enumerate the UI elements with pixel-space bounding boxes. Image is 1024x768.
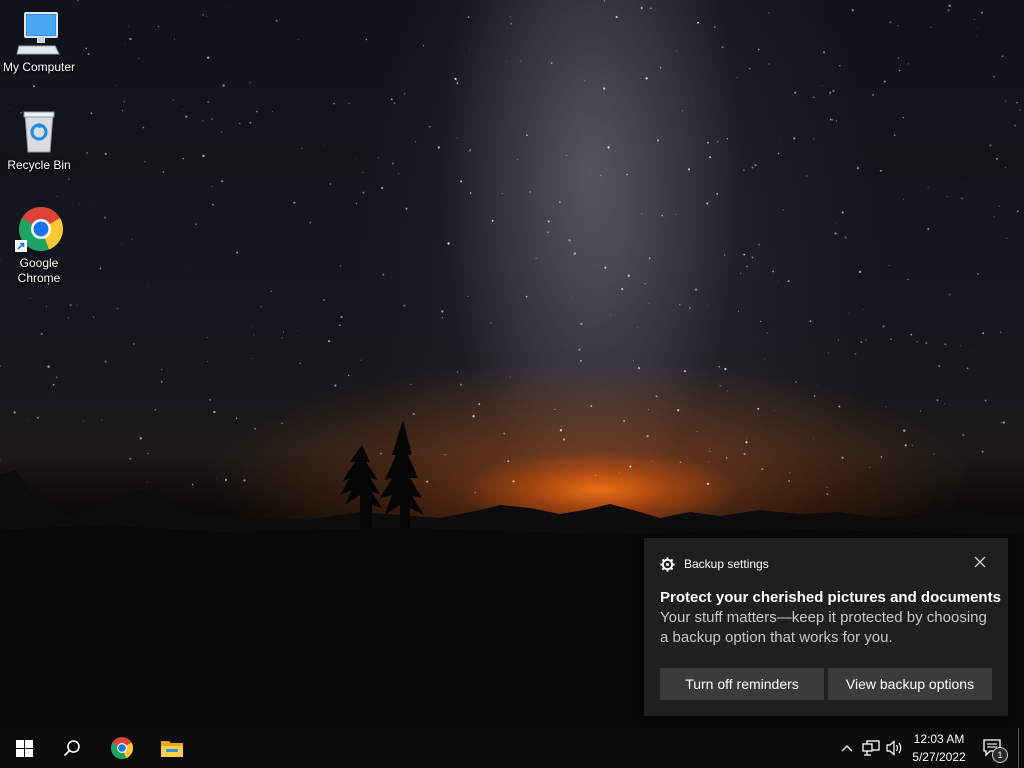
windows-logo-icon [15, 739, 33, 757]
volume-button[interactable] [884, 728, 906, 768]
desktop-icon-label: Google [19, 256, 59, 270]
network-button[interactable] [860, 728, 882, 768]
clock-time: 12:03 AM [913, 732, 965, 746]
view-backup-options-button[interactable]: View backup options [828, 668, 992, 700]
desktop-icon-google-chrome[interactable]: Google Chrome [1, 206, 77, 286]
gear-icon [660, 556, 675, 572]
taskbar-chrome-button[interactable] [98, 728, 146, 768]
start-button[interactable] [0, 728, 48, 768]
turn-off-reminders-button[interactable]: Turn off reminders [660, 668, 824, 700]
clock-date: 5/27/2022 [912, 750, 966, 764]
action-center-button[interactable]: 1 [978, 728, 1008, 768]
clock-button[interactable]: 12:03 AM 5/27/2022 [908, 728, 970, 768]
chevron-up-icon [841, 745, 853, 752]
monitor-icon [15, 10, 63, 58]
show-hidden-icons-button[interactable] [838, 728, 856, 768]
desktop-icon-label: My Computer [2, 60, 76, 74]
desktop-icon-label: Recycle Bin [7, 158, 71, 172]
network-icon [862, 740, 880, 756]
desktop-icon-recycle-bin[interactable]: Recycle Bin [1, 108, 77, 173]
desktop: My Computer Recycle Bin Google Chrome Ba… [0, 0, 1024, 728]
notification-count-badge: 1 [992, 747, 1008, 763]
chrome-icon [111, 737, 133, 759]
close-icon [974, 556, 986, 568]
toast-app-name: Backup settings [684, 557, 769, 571]
desktop-icon-my-computer[interactable]: My Computer [1, 10, 77, 75]
toast-close-button[interactable] [970, 552, 990, 572]
toast-title: Protect your cherished pictures and docu… [660, 589, 1001, 606]
backup-notification-toast[interactable]: Backup settings Protect your cherished p… [644, 538, 1008, 716]
speaker-icon [886, 740, 902, 756]
show-desktop-button[interactable] [1018, 728, 1019, 768]
toast-header: Backup settings [660, 556, 769, 572]
taskbar-file-explorer-button[interactable] [148, 728, 196, 768]
desktop-icon-label: Chrome [17, 271, 61, 285]
chrome-icon [15, 206, 63, 254]
search-button[interactable] [48, 728, 96, 768]
recycle-bin-icon [15, 108, 63, 156]
toast-body: Your stuff matters—keep it protected by … [660, 609, 987, 646]
search-icon [63, 740, 80, 757]
folder-icon [161, 741, 183, 757]
taskbar: 12:03 AM 5/27/2022 1 [0, 728, 1024, 768]
